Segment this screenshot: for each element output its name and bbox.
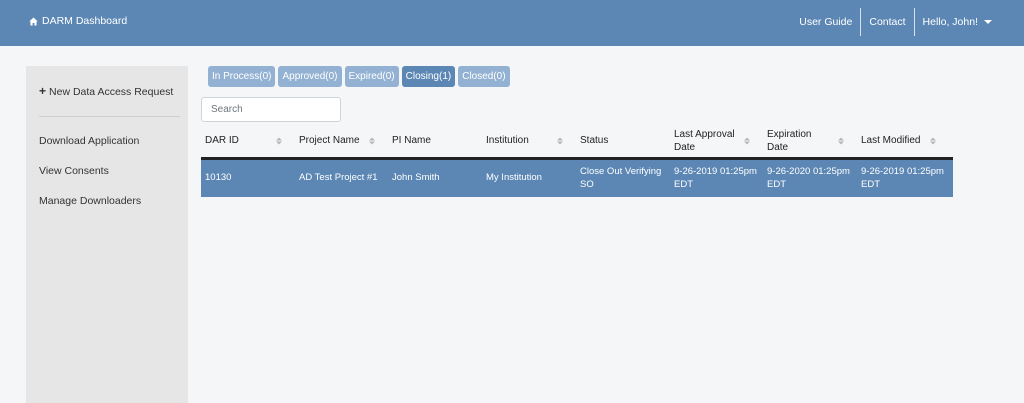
sidebar-item-download-application[interactable]: Download Application [39, 135, 139, 147]
user-menu-dropdown[interactable]: Hello, John! [913, 8, 1000, 36]
column-header-label: Project Name [299, 135, 360, 146]
new-data-access-request-link[interactable]: + New Data Access Request [39, 84, 173, 98]
cell-institution: My Institution [486, 172, 542, 184]
column-header-label: PI Name [392, 135, 431, 146]
tab-approved[interactable]: Approved(0) [278, 66, 342, 87]
user-guide-link[interactable]: User Guide [791, 8, 860, 36]
column-header-dar-id[interactable]: DAR ID [205, 124, 299, 157]
home-icon [29, 17, 38, 25]
cell-project-name: AD Test Project #1 [299, 172, 378, 184]
column-header-label: Last Approval Date [674, 128, 735, 153]
contact-link[interactable]: Contact [860, 8, 913, 36]
status-tabs: In Process(0) Approved(0) Expired(0) Clo… [208, 66, 510, 87]
column-header-label: Status [580, 135, 609, 146]
column-header-pi-name: PI Name [392, 124, 486, 157]
cell-expiration-date: 9-26-2020 01:25pm EDT [767, 166, 850, 190]
brand-link[interactable]: DARM Dashboard [29, 15, 127, 27]
column-header-project-name[interactable]: Project Name [299, 124, 392, 157]
cell-pi-name: John Smith [392, 172, 440, 184]
cell-last-approval-date: 9-26-2019 01:25pm EDT [674, 166, 757, 190]
dar-table: DAR ID Project Name PI Name Institution Stat… [201, 124, 953, 197]
column-header-last-modified[interactable]: Last Modified [861, 124, 953, 157]
top-navbar: DARM Dashboard User Guide Contact Hello,… [0, 0, 1024, 46]
brand-label: DARM Dashboard [42, 15, 128, 27]
column-header-last-approval-date[interactable]: Last Approval Date [674, 124, 767, 157]
tab-closed[interactable]: Closed(0) [458, 66, 510, 87]
column-header-label: DAR ID [205, 135, 239, 146]
table-body: 10130 AD Test Project #1 John Smith My Inst… [201, 160, 953, 197]
sort-icon[interactable] [276, 137, 282, 144]
cell-dar-id: 10130 [205, 172, 232, 184]
column-header-expiration-date[interactable]: Expiration Date [767, 124, 861, 157]
new-request-label: New Data Access Request [49, 86, 174, 98]
sidebar-item-view-consents[interactable]: View Consents [39, 165, 109, 177]
column-header-institution[interactable]: Institution [486, 124, 580, 157]
sort-icon[interactable] [369, 137, 375, 144]
caret-down-icon [984, 20, 992, 25]
sidebar-divider [39, 116, 180, 117]
sort-icon[interactable] [838, 137, 844, 144]
tab-expired[interactable]: Expired(0) [344, 66, 399, 87]
plus-icon: + [39, 84, 47, 98]
column-header-label: Institution [486, 135, 529, 146]
tab-closing[interactable]: Closing(1) [401, 66, 456, 87]
sort-icon[interactable] [557, 137, 563, 144]
sort-icon[interactable] [930, 137, 936, 144]
table-header: DAR ID Project Name PI Name Institution Stat… [201, 124, 953, 160]
sort-icon[interactable] [744, 137, 750, 144]
column-header-label: Expiration Date [767, 128, 812, 153]
top-nav: User Guide Contact Hello, John! [791, 8, 1000, 36]
sidebar-item-manage-downloaders[interactable]: Manage Downloaders [39, 195, 141, 207]
column-header-label: Last Modified [861, 135, 921, 146]
sidebar: + New Data Access Request Download Applic… [26, 66, 188, 403]
cell-last-modified: 9-26-2019 01:25pm EDT [861, 166, 944, 190]
table-row[interactable]: 10130 AD Test Project #1 John Smith My Inst… [201, 160, 953, 197]
column-header-status: Status [580, 124, 674, 157]
cell-status: Close Out Verifying SO [580, 166, 662, 190]
user-menu-label: Hello, John! [922, 16, 978, 28]
search-input[interactable] [201, 97, 341, 122]
tab-in-process[interactable]: In Process(0) [208, 66, 276, 87]
